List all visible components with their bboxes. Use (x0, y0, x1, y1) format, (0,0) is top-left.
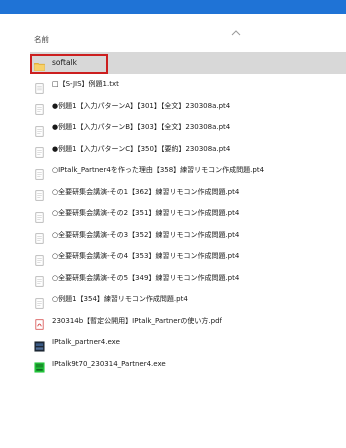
file-list-item[interactable]: ○全要研集会講演-その1【362】練習リモコン作成問題.pt4 (30, 181, 346, 203)
file-list-item[interactable]: □【S-JIS】例題1.txt (30, 74, 346, 96)
file-name: ●例題1【入力パターンA】【301】【全文】230308a.pt4 (52, 101, 231, 110)
sort-ascending-icon[interactable] (231, 29, 241, 37)
document-icon (34, 165, 45, 180)
document-icon (34, 122, 45, 137)
file-list-item[interactable]: ●例題1【入力パターンC】【350】【要約】230308a.pt4 (30, 138, 346, 160)
file-list-item[interactable]: ○全要研集会講演-その3【352】練習リモコン作成問題.pt4 (30, 224, 346, 246)
name-column-header[interactable]: 名前 (34, 34, 49, 45)
file-name: IPtalk_partner4.exe (52, 338, 120, 347)
file-list-item[interactable]: IPtalk9t70_230314_Partner4.exe (30, 353, 346, 375)
file-list-item[interactable]: IPtalk_partner4.exe (30, 332, 346, 354)
file-name: □【S-JIS】例題1.txt (52, 80, 119, 89)
app-exe-icon (34, 337, 45, 352)
file-name: ○全要研集会講演-その3【352】練習リモコン作成問題.pt4 (52, 230, 240, 239)
file-name: IPtalk9t70_230314_Partner4.exe (52, 359, 166, 368)
document-icon (34, 229, 45, 244)
file-name: ○全要研集会講演-その4【353】練習リモコン作成問題.pt4 (52, 252, 240, 261)
document-icon (34, 143, 45, 158)
file-list-item[interactable]: ●例題1【入力パターンA】【301】【全文】230308a.pt4 (30, 95, 346, 117)
file-name: ○IPtalk_Partner4を作った理由【358】練習リモコン作成問題.pt… (52, 166, 265, 175)
file-explorer-window: 名前 softalk □【S-JIS】例題1.txt ●例題1【入力パターンA】【3… (0, 0, 346, 448)
document-icon (34, 100, 45, 115)
file-list-item[interactable]: ○IPtalk_Partner4を作った理由【358】練習リモコン作成問題.pt… (30, 160, 346, 182)
title-bar (0, 0, 346, 14)
file-name: ○全要研集会講演-その2【351】練習リモコン作成問題.pt4 (52, 209, 240, 218)
file-name: 230314b【暫定公開用】IPtalk_Partnerの使い方.pdf (52, 316, 222, 325)
file-name: ●例題1【入力パターンC】【350】【要約】230308a.pt4 (52, 144, 231, 153)
document-icon (34, 272, 45, 287)
file-name: ○全要研集会講演-その1【362】練習リモコン作成問題.pt4 (52, 187, 240, 196)
file-list-item[interactable]: ●例題1【入力パターンB】【303】【全文】230308a.pt4 (30, 117, 346, 139)
file-list-item[interactable]: ○全要研集会講演-その2【351】練習リモコン作成問題.pt4 (30, 203, 346, 225)
file-name: ○例題1【354】練習リモコン作成問題.pt4 (52, 295, 188, 304)
folder-icon (34, 57, 45, 72)
file-name: ●例題1【入力パターンB】【303】【全文】230308a.pt4 (52, 123, 231, 132)
column-header[interactable]: 名前 (24, 26, 346, 48)
green-exe-icon (34, 358, 45, 373)
file-list: softalk □【S-JIS】例題1.txt ●例題1【入力パターンA】【301】… (30, 52, 346, 375)
document-icon (34, 186, 45, 201)
file-list-item[interactable]: ○全要研集会講演-その4【353】練習リモコン作成問題.pt4 (30, 246, 346, 268)
file-list-item[interactable]: ○全要研集会講演-その5【349】練習リモコン作成問題.pt4 (30, 267, 346, 289)
document-icon (34, 251, 45, 266)
file-list-item[interactable]: softalk (30, 52, 346, 74)
file-name: ○全要研集会講演-その5【349】練習リモコン作成問題.pt4 (52, 273, 240, 282)
file-list-item[interactable]: ○例題1【354】練習リモコン作成問題.pt4 (30, 289, 346, 311)
document-icon (34, 208, 45, 223)
text-file-icon (34, 79, 45, 94)
file-name: softalk (52, 58, 77, 68)
document-icon (34, 294, 45, 309)
file-list-item[interactable]: 230314b【暫定公開用】IPtalk_Partnerの使い方.pdf (30, 310, 346, 332)
pdf-file-icon (34, 315, 45, 330)
